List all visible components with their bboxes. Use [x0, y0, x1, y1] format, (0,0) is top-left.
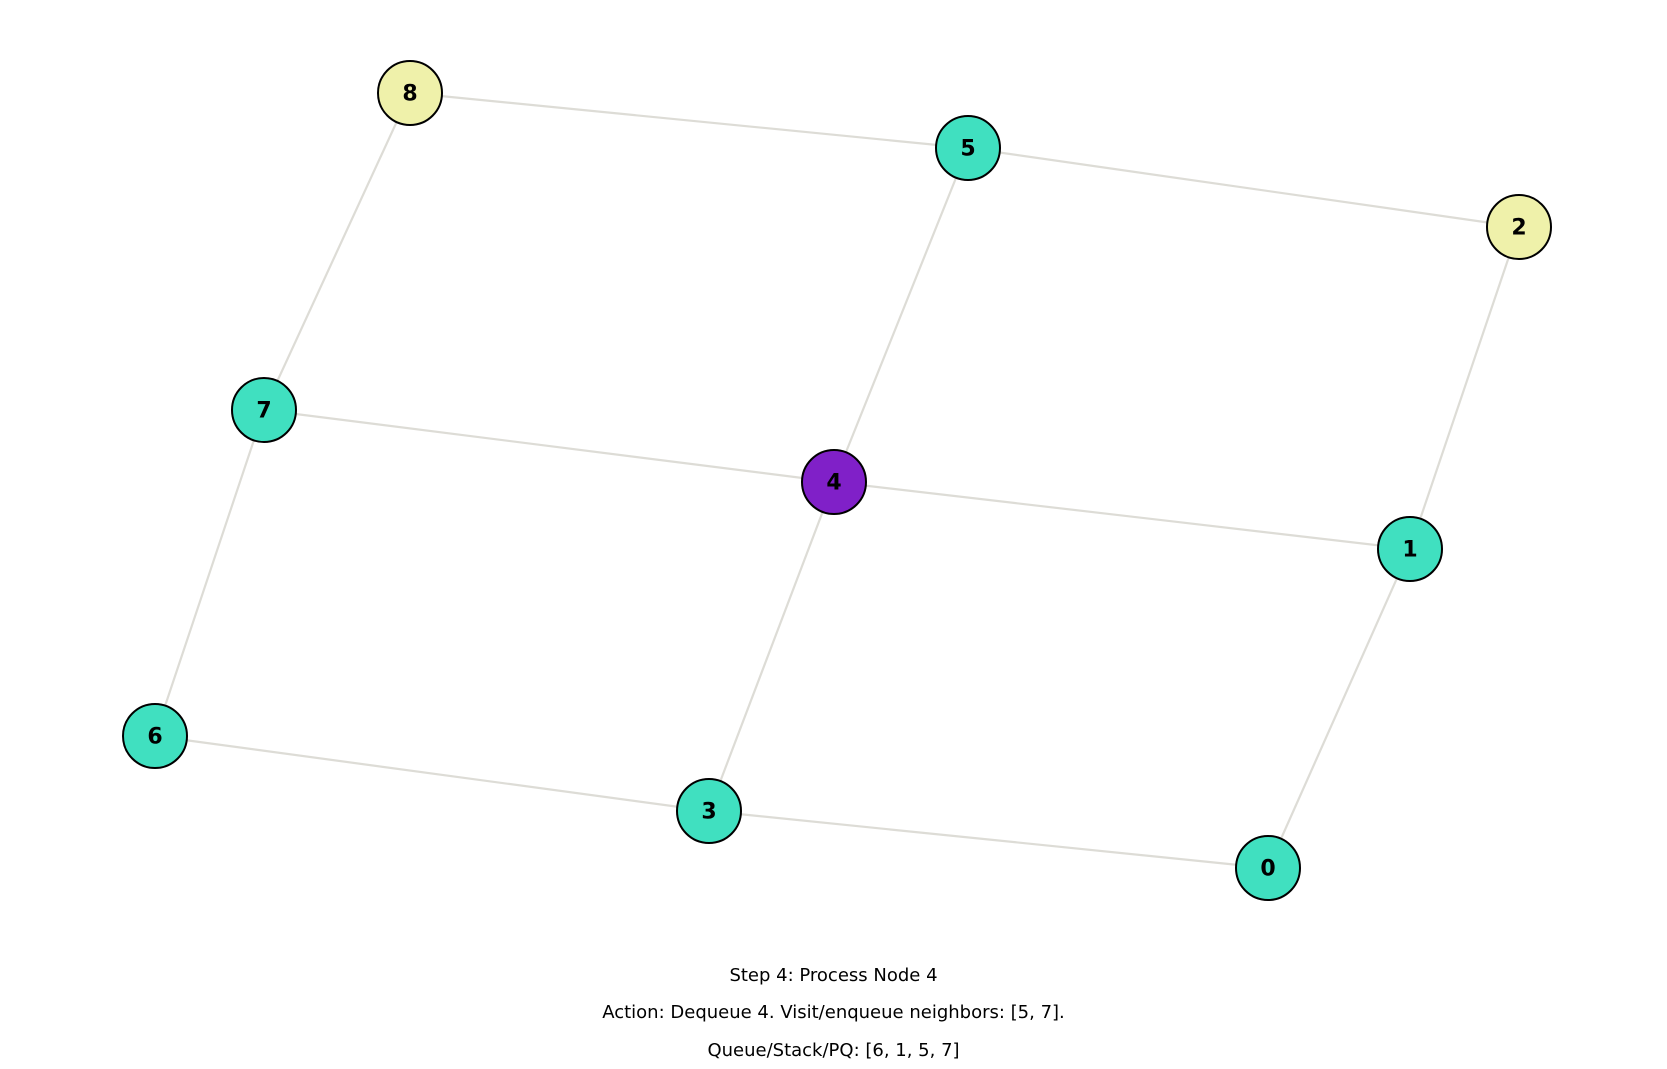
- edge-8-5: [409, 91, 969, 150]
- edge-7-6: [153, 409, 266, 737]
- edge-3-0: [708, 809, 1269, 870]
- queue-caption: Queue/Stack/PQ: [6, 1, 5, 7]: [707, 1040, 960, 1061]
- node-label-7: 7: [256, 399, 271, 424]
- graph-canvas: 0 1 2 3 4 5 6 7 8: [122, 60, 1552, 901]
- edge-5-4: [832, 147, 970, 483]
- node-4: 4: [801, 449, 867, 515]
- edge-4-1: [833, 480, 1411, 551]
- node-label-6: 6: [147, 725, 162, 750]
- node-3: 3: [676, 778, 742, 844]
- edge-8-7: [263, 92, 411, 411]
- step-caption: Step 4: Process Node 4: [729, 965, 938, 986]
- edge-1-0: [1266, 548, 1412, 869]
- node-label-4: 4: [826, 471, 841, 496]
- node-7: 7: [231, 377, 297, 443]
- node-2: 2: [1486, 194, 1552, 260]
- node-label-2: 2: [1511, 216, 1526, 241]
- nodes-layer: 0 1 2 3 4 5 6 7 8: [122, 60, 1552, 901]
- edge-7-4: [263, 408, 835, 484]
- node-label-5: 5: [960, 137, 975, 162]
- node-label-1: 1: [1402, 538, 1417, 563]
- node-0: 0: [1235, 835, 1301, 901]
- edge-5-2: [967, 146, 1520, 229]
- node-label-3: 3: [701, 800, 716, 825]
- node-label-8: 8: [402, 82, 417, 107]
- node-label-0: 0: [1260, 857, 1275, 882]
- edge-6-3: [154, 734, 710, 813]
- edge-2-1: [1408, 226, 1521, 550]
- action-caption: Action: Dequeue 4. Visit/enqueue neighbo…: [602, 1002, 1065, 1023]
- node-5: 5: [935, 115, 1001, 181]
- node-8: 8: [377, 60, 443, 126]
- graph-traversal-figure: 0 1 2 3 4 5 6 7 8 Step 4: Process Node 4 Action:…: [0, 0, 1667, 1069]
- node-1: 1: [1377, 516, 1443, 582]
- node-6: 6: [122, 703, 188, 769]
- edge-4-3: [707, 481, 836, 812]
